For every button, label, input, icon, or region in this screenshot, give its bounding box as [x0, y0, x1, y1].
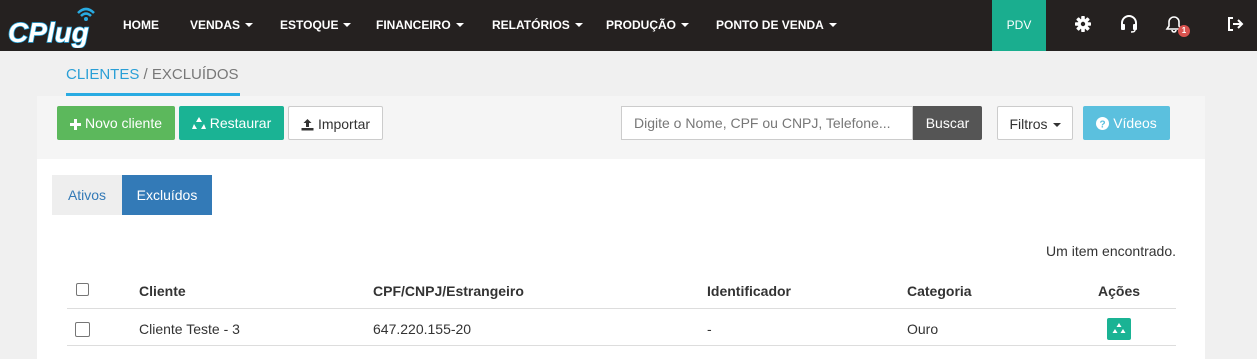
table-row-divider — [67, 345, 1176, 346]
tab-ativos[interactable]: Ativos — [52, 175, 122, 215]
nav-home[interactable]: HOME — [123, 0, 159, 51]
cell-documento: 647.220.155-20 — [373, 321, 472, 337]
breadcrumb-current: EXCLUÍDOS — [151, 66, 239, 83]
cell-cliente[interactable]: Cliente Teste - 3 — [139, 321, 240, 337]
notification-badge: 1 — [1178, 25, 1190, 37]
question-circle-icon: ? — [1096, 117, 1110, 131]
caret-down-icon — [828, 23, 837, 27]
table-header-divider — [67, 308, 1176, 309]
column-header-acoes: Ações — [1098, 283, 1141, 299]
caret-down-icon — [455, 23, 464, 27]
headset-icon[interactable] — [1119, 14, 1139, 34]
nav-vendas[interactable]: VENDAS — [190, 0, 254, 51]
result-count: Um item encontrado. — [1046, 243, 1176, 259]
breadcrumb-clientes-link[interactable]: CLIENTES — [66, 66, 139, 83]
restore-row-button[interactable] — [1107, 318, 1131, 340]
cell-identificador: - — [707, 321, 712, 337]
cell-categoria: Ouro — [907, 321, 939, 337]
plus-icon — [69, 119, 81, 130]
recycle-icon — [191, 117, 206, 129]
row-checkbox[interactable] — [75, 322, 90, 337]
caret-down-icon — [343, 23, 352, 27]
restore-button[interactable]: Restaurar — [179, 106, 284, 140]
upload-icon — [301, 119, 314, 131]
pdv-button[interactable]: PDV — [992, 0, 1046, 51]
column-header-categoria: Categoria — [907, 283, 972, 299]
nav-ponto-de-venda[interactable]: PONTO DE VENDA — [716, 0, 837, 51]
recycle-icon — [1112, 323, 1126, 333]
cplug-logo[interactable]: CPlug — [7, 4, 103, 49]
column-header-identificador: Identificador — [707, 283, 792, 299]
column-header-cliente: Cliente — [139, 283, 186, 299]
top-navbar: CPlug HOME VENDAS ESTOQUE FINANCEIRO REL… — [0, 0, 1257, 51]
nav-financeiro[interactable]: FINANCEIRO — [376, 0, 464, 51]
caret-down-icon — [245, 23, 254, 27]
filters-dropdown[interactable]: Filtros — [997, 106, 1073, 140]
gear-icon[interactable] — [1073, 14, 1093, 34]
breadcrumb: CLIENTES / EXCLUÍDOS — [66, 66, 239, 83]
caret-down-icon — [1052, 123, 1061, 127]
caret-down-icon — [681, 23, 690, 27]
nav-producao[interactable]: PRODUÇÃO — [606, 0, 690, 51]
select-all-checkbox[interactable] — [76, 283, 89, 296]
videos-button[interactable]: ? Vídeos — [1083, 106, 1170, 140]
column-header-documento: CPF/CNPJ/Estrangeiro — [373, 283, 524, 299]
import-button[interactable]: Importar — [288, 106, 383, 140]
svg-text:CPlug: CPlug — [8, 17, 89, 48]
search-input[interactable] — [621, 106, 913, 140]
search-button[interactable]: Buscar — [913, 106, 982, 140]
caret-down-icon — [574, 23, 583, 27]
svg-text:?: ? — [1100, 120, 1106, 131]
tab-excluidos[interactable]: Excluídos — [122, 175, 212, 215]
logout-icon[interactable] — [1225, 14, 1245, 34]
new-client-button[interactable]: Novo cliente — [57, 106, 175, 140]
breadcrumb-separator: / — [143, 66, 148, 83]
nav-estoque[interactable]: ESTOQUE — [280, 0, 352, 51]
nav-relatorios[interactable]: RELATÓRIOS — [492, 0, 583, 51]
